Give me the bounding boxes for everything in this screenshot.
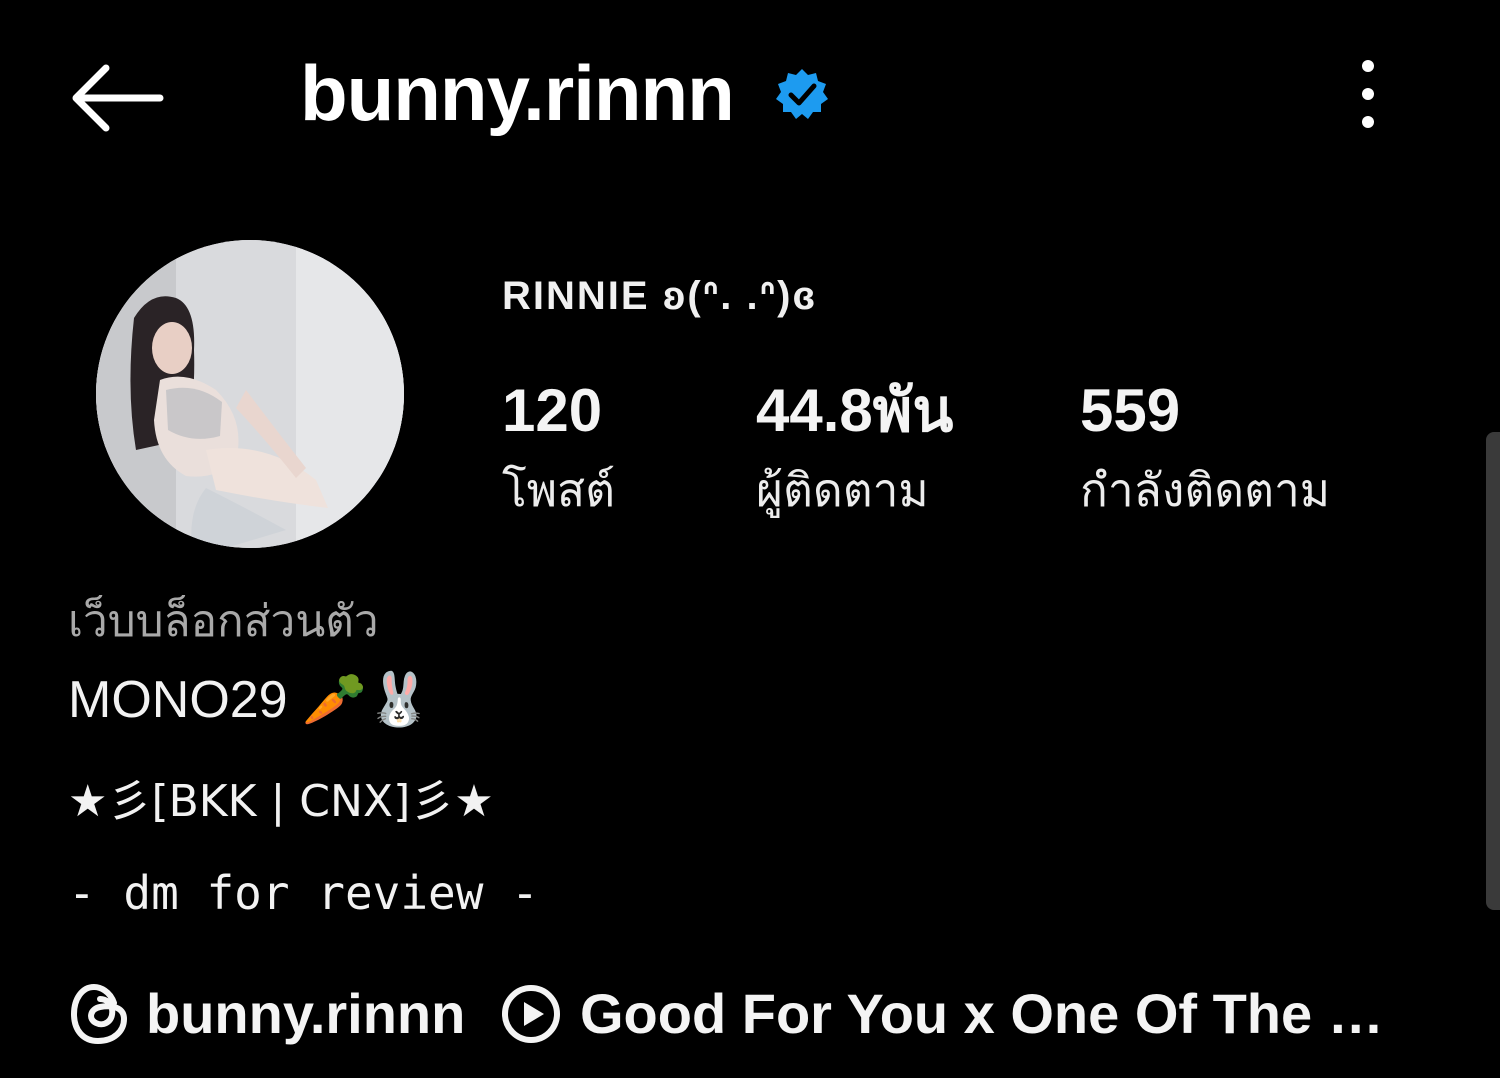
display-name: RINNIE ʚ(ᐢ. .ᐢ)ɞ <box>502 274 818 318</box>
bio-line-3: - dm for review - <box>68 866 539 920</box>
scrollbar-thumb[interactable] <box>1486 432 1500 910</box>
profile-category: เว็บบล็อกส่วนตัว <box>68 596 379 647</box>
threads-icon <box>70 983 128 1045</box>
posts-label: โพสต์ <box>502 463 615 517</box>
more-vertical-icon[interactable] <box>1346 58 1390 130</box>
following-label: กำลังติดตาม <box>1080 463 1331 517</box>
followers-count: 44.8พัน <box>756 377 954 444</box>
music-link[interactable]: Good For You x One Of The Gir... <box>500 978 1420 1050</box>
avatar[interactable] <box>96 240 404 548</box>
following-count: 559 <box>1080 377 1181 444</box>
play-circle-icon <box>502 985 560 1043</box>
bio-line-2: ★彡[BKK | CNX]彡★ <box>68 776 494 827</box>
profile-username: bunny.rinnn <box>300 49 735 137</box>
stat-posts[interactable]: 120 โพสต์ <box>502 376 615 520</box>
profile-page: bunny.rinnn RINNIE ʚ(ᐢ. .ᐢ)ɞ 120 โพสต์ 4… <box>0 0 1500 1078</box>
threads-handle: bunny.rinnn <box>146 982 466 1045</box>
posts-count: 120 <box>502 377 603 444</box>
verified-badge-icon <box>774 66 830 122</box>
threads-link[interactable]: bunny.rinnn <box>70 978 465 1050</box>
followers-label: ผู้ติดตาม <box>756 463 929 517</box>
bio-line-1: MONO29 🥕🐰 <box>68 671 432 729</box>
stat-followers[interactable]: 44.8พัน ผู้ติดตาม <box>756 376 953 520</box>
arrow-left-icon[interactable] <box>66 58 166 138</box>
stat-following[interactable]: 559 กำลังติดตาม <box>1080 376 1330 520</box>
music-title: Good For You x One Of The Gir... <box>580 982 1420 1045</box>
